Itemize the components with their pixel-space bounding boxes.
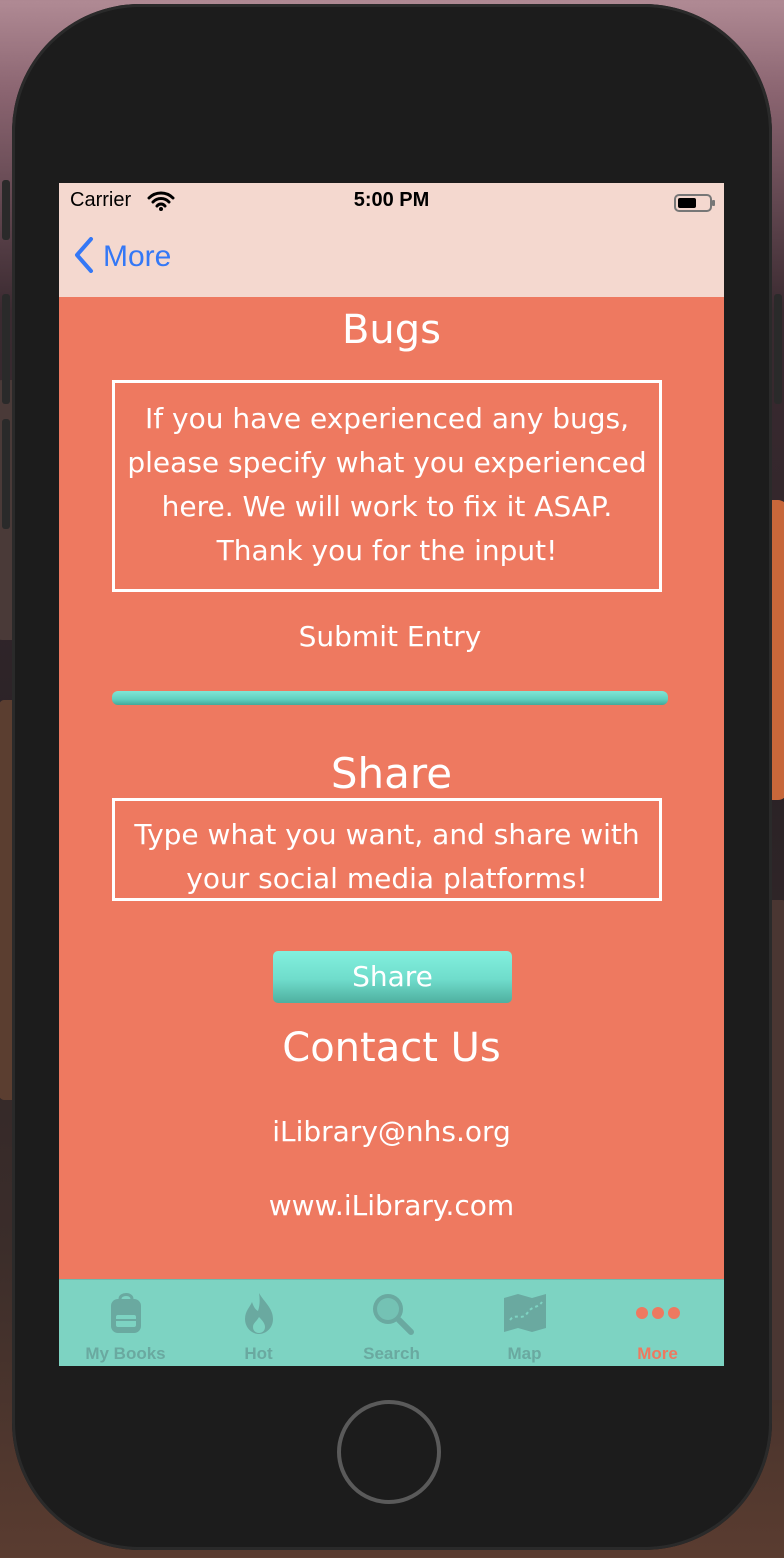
chevron-left-icon (73, 237, 95, 277)
back-button[interactable]: More (73, 237, 171, 277)
map-icon (502, 1290, 548, 1336)
section-divider (112, 691, 668, 705)
contact-email-link[interactable]: iLibrary@nhs.org (59, 1115, 724, 1148)
status-time: 5:00 PM (353, 189, 430, 211)
volume-up-button (2, 294, 10, 404)
bugs-text-line: Thank you for the input! (216, 534, 558, 567)
bugs-text-line: here. We will work to fix it ASAP. (161, 490, 613, 523)
bugs-text-line: If you have experienced any bugs, (145, 402, 629, 435)
bugs-text-line: please specify what you experienced (127, 446, 647, 479)
backpack-icon (103, 1290, 149, 1336)
battery-icon (674, 193, 715, 212)
share-button[interactable]: Share (273, 951, 512, 1003)
bugs-title: Bugs (341, 307, 442, 353)
magnifier-icon (369, 1290, 415, 1336)
submit-entry-button[interactable]: Submit Entry (112, 617, 668, 657)
bugs-entry-field[interactable]: If you have experienced any bugs, please… (112, 380, 662, 592)
share-text-line: your social media platforms! (186, 862, 588, 895)
contact-title: Contact Us (282, 1025, 501, 1071)
tab-search[interactable]: Search (325, 1280, 458, 1366)
app-screen: Carrier 5:00 PM More Bugs If you have ex… (59, 183, 724, 1366)
more-dots-icon (635, 1290, 681, 1336)
tab-bar: My Books Hot Search Map More (59, 1279, 724, 1366)
volume-down-button (2, 419, 10, 529)
power-button (774, 294, 782, 404)
tab-label: More (637, 1344, 678, 1363)
share-text-line: Type what you want, and share with (134, 818, 640, 851)
tab-hot[interactable]: Hot (192, 1280, 325, 1366)
tab-my-books[interactable]: My Books (59, 1280, 192, 1366)
home-button[interactable] (337, 1400, 441, 1504)
status-bar: Carrier 5:00 PM (59, 183, 724, 223)
tab-label: Hot (244, 1344, 273, 1363)
share-entry-field[interactable]: Type what you want, and share with your … (112, 798, 662, 901)
share-title: Share (330, 749, 453, 798)
tab-label: Search (363, 1344, 420, 1363)
tab-label: Map (507, 1344, 542, 1363)
back-button-label: More (103, 240, 172, 273)
contact-website-link[interactable]: www.iLibrary.com (59, 1189, 724, 1222)
main-content: Bugs If you have experienced any bugs, p… (59, 297, 724, 1279)
flame-icon (236, 1290, 282, 1336)
navigation-bar: More (59, 223, 724, 297)
tab-label: My Books (85, 1344, 166, 1363)
mute-switch (2, 180, 10, 240)
tab-map[interactable]: Map (458, 1280, 591, 1366)
tab-more[interactable]: More (591, 1280, 724, 1366)
